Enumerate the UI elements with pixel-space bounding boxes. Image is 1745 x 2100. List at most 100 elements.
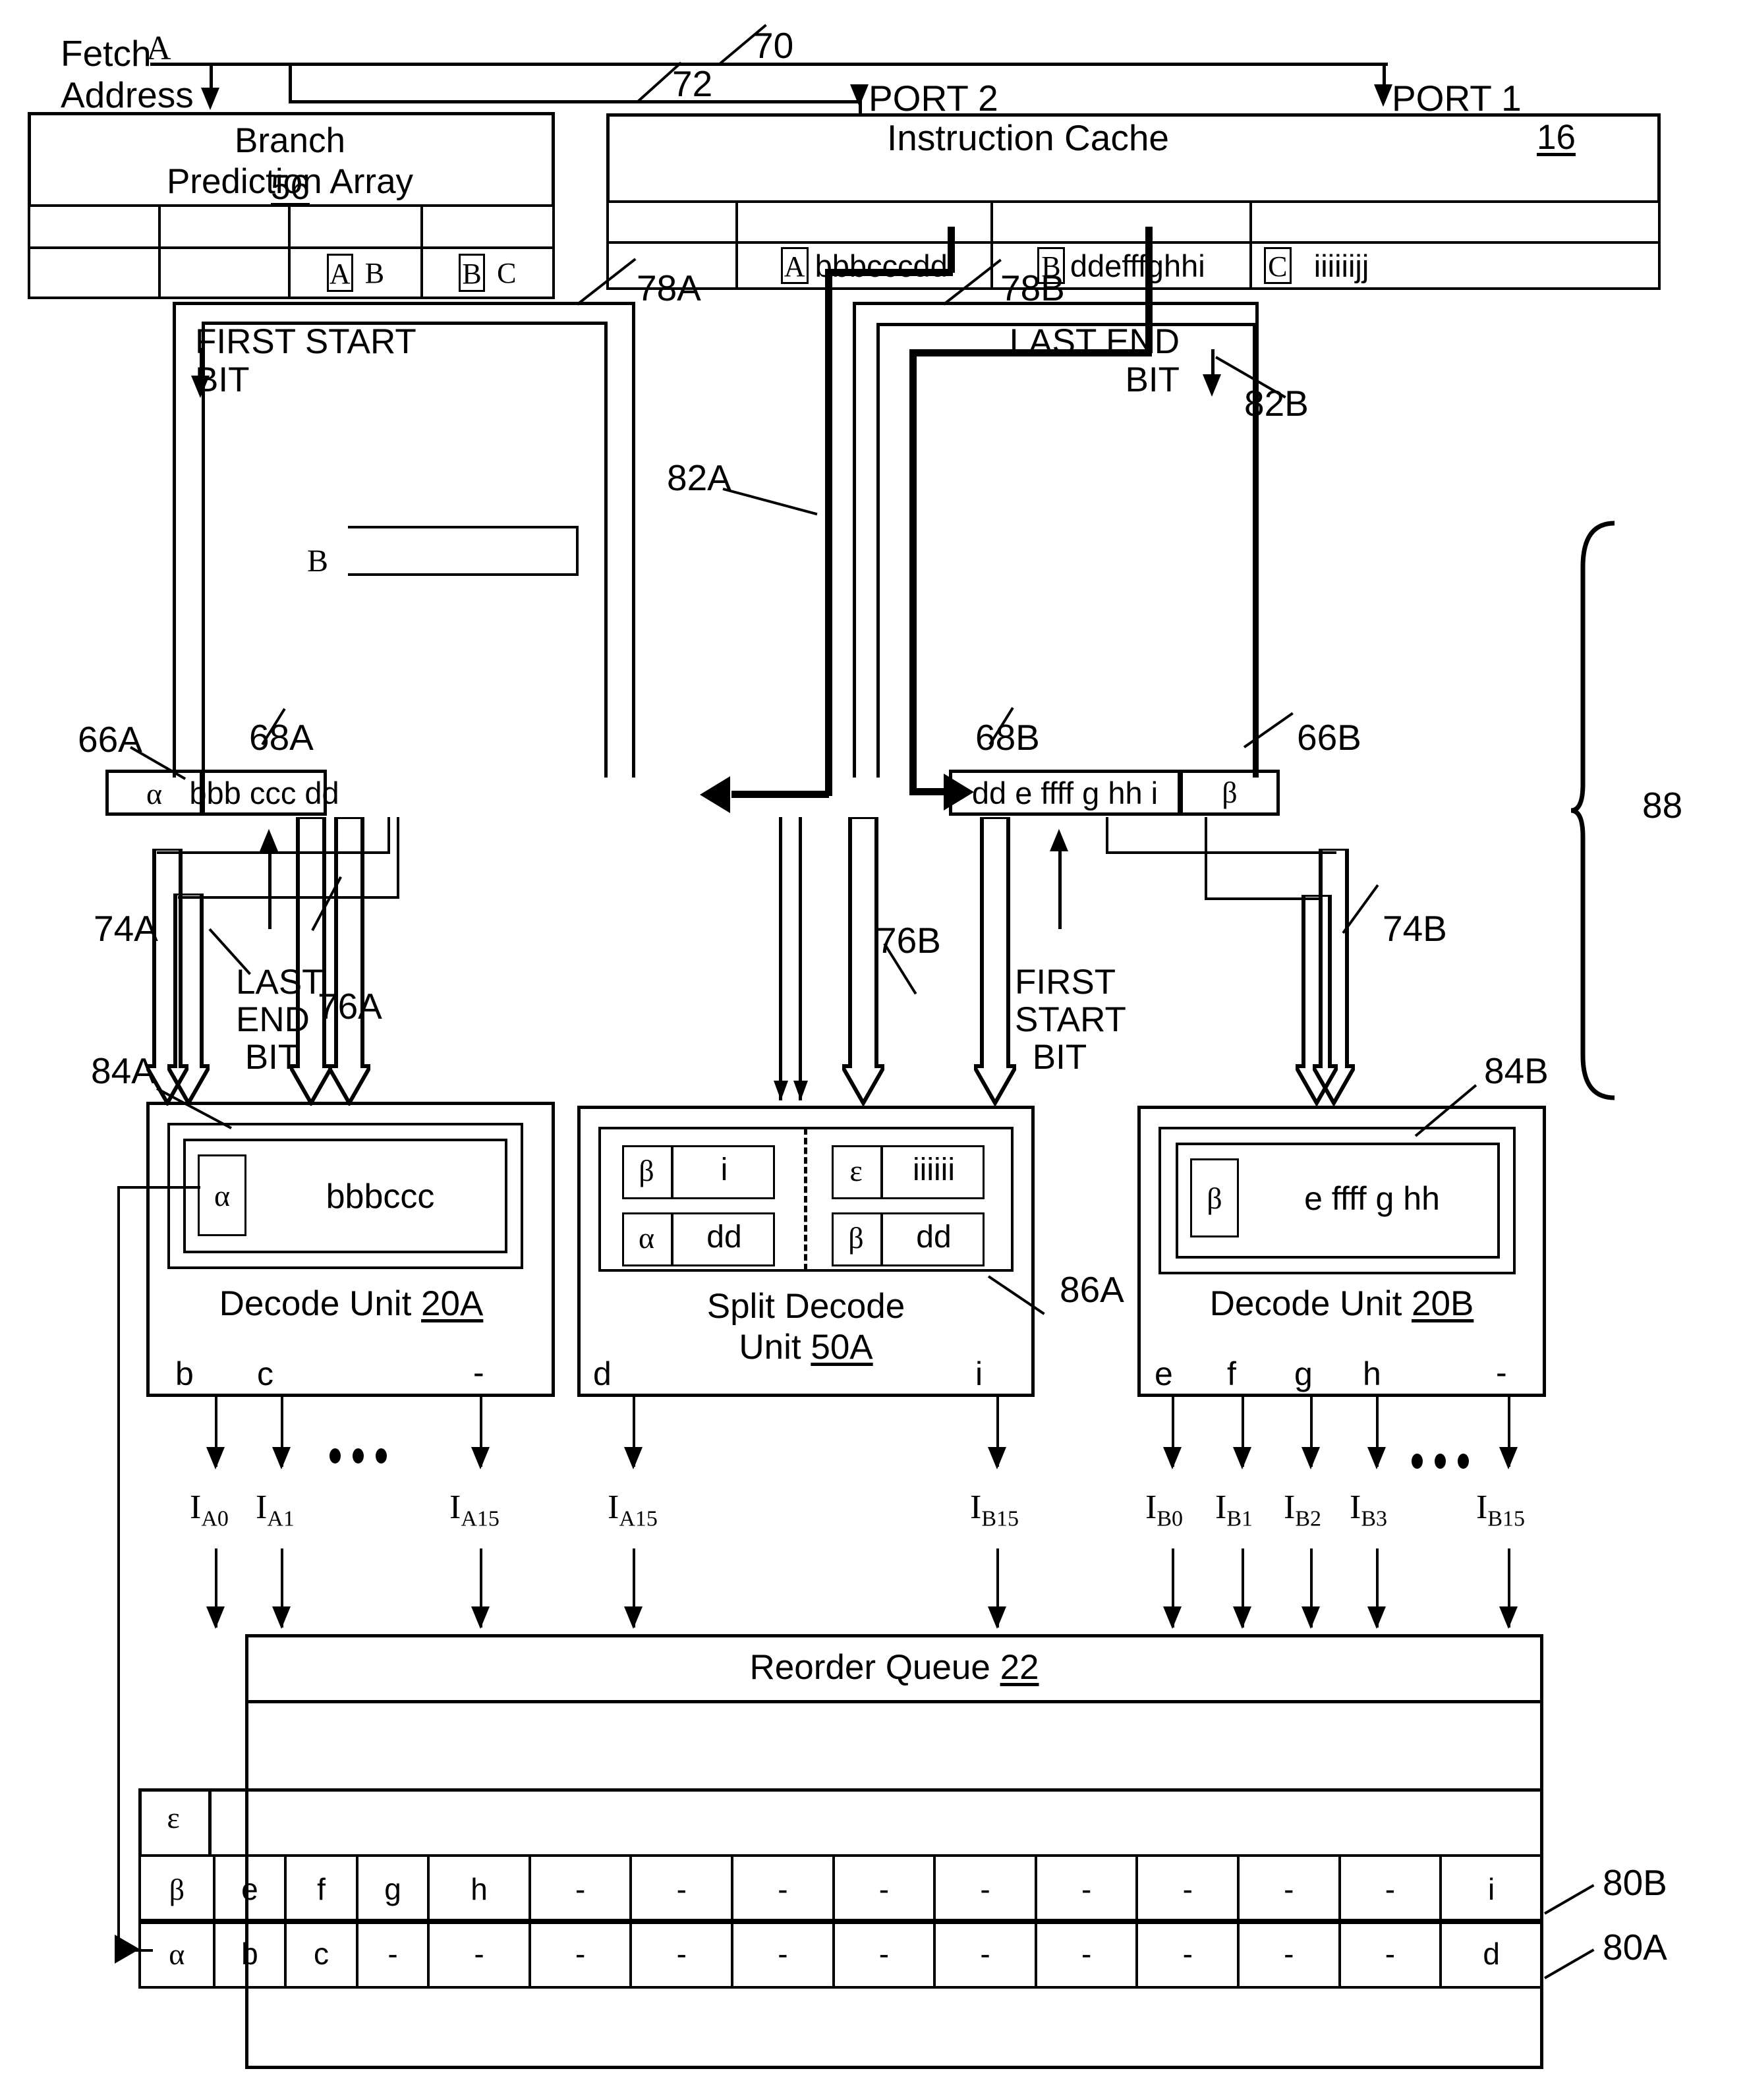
reorder-queue-title-divider	[245, 1700, 1543, 1703]
ref-76a-label: 76A	[318, 986, 382, 1027]
reorder-cell: -	[629, 1919, 734, 1989]
brace-88	[1570, 521, 1615, 1100]
reorder-cell: -	[933, 1854, 1037, 1924]
decode-unit-b-bytes: e ffff g hh	[1304, 1180, 1440, 1217]
decode-unit-b-out-g: g	[1294, 1355, 1313, 1392]
split-cell-beta-i-val: i	[720, 1152, 728, 1187]
split-queue-arrow-0	[624, 1606, 643, 1629]
port1-arrowhead	[1374, 84, 1392, 107]
signal-IB3: IB3	[1350, 1489, 1388, 1531]
ref-88-label: 88	[1642, 785, 1683, 826]
icache-bytes-A: bbbcccdd	[815, 248, 948, 283]
line-82a-v1	[948, 227, 955, 273]
reorder-cell: -	[1237, 1854, 1341, 1924]
du-b-out-arrow-3	[1367, 1447, 1386, 1469]
line-72-vertical-left	[289, 63, 292, 102]
ref-72-label: 72	[672, 63, 713, 104]
reorder-cell: -	[1034, 1919, 1139, 1989]
first-start-bit-label-left: FIRST START BIT	[195, 322, 416, 399]
decode-unit-b-out-dash: -	[1496, 1354, 1507, 1391]
ref-70-label: 70	[753, 25, 794, 66]
du-a-feedback-h-top	[117, 1186, 200, 1189]
block-arrow-74a-2	[167, 894, 210, 1106]
split-decode-title: Split Decode Unit 50A	[584, 1286, 1028, 1368]
bpa-cell-B-C: B C	[420, 246, 556, 299]
first-start-bit-lower-arrowhead	[1050, 829, 1068, 851]
du-a-out-arrow-1	[272, 1447, 291, 1469]
du-b-queue-arrow-2	[1302, 1606, 1320, 1629]
last-end-bit-lower-arrowhead	[260, 829, 278, 851]
bpa-boxed-A: A	[326, 254, 353, 292]
split-center-arrow-1	[774, 1081, 788, 1100]
split-decode-divider	[804, 1128, 807, 1270]
signal-IA15-split: IA15	[608, 1489, 658, 1531]
split-center-arrow-2	[793, 1081, 808, 1100]
ref-80b-label: 80B	[1603, 1862, 1667, 1903]
patent-figure: Fetch Address A 70 72 PORT 2 PORT 1 Branc…	[0, 0, 1745, 2100]
signal-IA15-left-sub: A15	[461, 1506, 500, 1531]
reorder-epsilon-col-divider	[208, 1788, 212, 1854]
block-arrow-74b-2	[1296, 895, 1338, 1106]
ref-80a-label: 80A	[1603, 1927, 1667, 1968]
split-out-arrow-0	[624, 1447, 643, 1469]
signal-IA0: IA0	[190, 1489, 229, 1531]
leader-80a	[1544, 1948, 1595, 1979]
icache-row-empty	[606, 200, 1661, 244]
reorder-row-beta: β e f g h - - - - - - - - - i	[138, 1854, 1543, 1924]
split-decode-ref: 50A	[811, 1328, 873, 1367]
reorder-row-alpha: α b c - - - - - - - - - - - d	[138, 1919, 1543, 1989]
reorder-cell: -	[1338, 1854, 1443, 1924]
reorder-cell: e	[212, 1854, 287, 1924]
fetch-address-label: Fetch Address	[61, 33, 194, 115]
reorder-cell: -	[731, 1919, 835, 1989]
reorder-row-beta-tag: β	[138, 1854, 215, 1924]
du-a-feedback-v	[117, 1186, 120, 1950]
split-decode-out-i: i	[975, 1355, 983, 1392]
split-cell-beta-dd-val: dd	[916, 1220, 952, 1255]
last-end-bit-lower-pointer	[268, 850, 272, 929]
scan-bus-a-bytes: bbb ccc dd	[189, 776, 339, 810]
reorder-cell: -	[1034, 1854, 1139, 1924]
decode-unit-b-out-f: f	[1227, 1355, 1236, 1392]
signal-IB2-sub: B2	[1295, 1506, 1322, 1531]
bpa-plain-B: B	[364, 256, 385, 289]
signal-IA1: IA1	[256, 1489, 295, 1531]
ref-66a-label: 66A	[78, 719, 142, 760]
reorder-cell: c	[284, 1919, 358, 1989]
reorder-cell: -	[427, 1919, 531, 1989]
reorder-cell: i	[1439, 1854, 1543, 1924]
reorder-cell: f	[284, 1854, 358, 1924]
decode-unit-b-out-h: h	[1363, 1355, 1381, 1392]
reorder-cell: d	[1439, 1919, 1543, 1989]
decode-unit-a-title: Decode Unit 20A	[157, 1286, 546, 1321]
split-center-feed-1	[779, 817, 782, 1100]
bus-74a-v-src2	[397, 817, 399, 899]
first-start-bit-lower-pointer	[1058, 850, 1062, 929]
bpa-row-targets: A B B C	[28, 246, 556, 299]
reorder-cell: -	[731, 1854, 835, 1924]
reorder-queue-ref: 22	[1000, 1648, 1039, 1687]
ellipsis-dot	[1435, 1454, 1446, 1469]
line-82a-v2	[825, 269, 832, 796]
reorder-cell: -	[1135, 1919, 1240, 1989]
bus-74b-v-src2	[1205, 817, 1207, 900]
bpa-boxed-B: B	[459, 254, 486, 292]
split-center-feed-2	[799, 817, 802, 1100]
reorder-beta-tag-text: β	[169, 1872, 185, 1906]
du-a-feedback-arrowhead	[115, 1935, 140, 1964]
ref-68b-label: 68B	[975, 717, 1040, 758]
bpa-row-empty	[28, 204, 556, 249]
ellipsis-dot	[376, 1448, 387, 1463]
signal-IB1-sub: B1	[1226, 1506, 1253, 1531]
icache-title: Instruction Cache	[887, 117, 1169, 158]
ellipsis-dot	[1458, 1454, 1469, 1469]
bus-74b-v-src1	[1106, 817, 1108, 854]
reorder-cell: -	[528, 1854, 633, 1924]
ref-84b-label: 84B	[1484, 1050, 1549, 1091]
decode-unit-a-out-c: c	[257, 1355, 273, 1392]
icache-grid: A bbbcccdd B ddefffghhi C iiiiiijj	[606, 200, 1661, 290]
reorder-cell: -	[933, 1919, 1037, 1989]
split-cell-eps-val: iiiiii	[913, 1152, 955, 1187]
reorder-cell: -	[355, 1919, 430, 1989]
reorder-row-alpha-tag: α	[138, 1919, 215, 1989]
